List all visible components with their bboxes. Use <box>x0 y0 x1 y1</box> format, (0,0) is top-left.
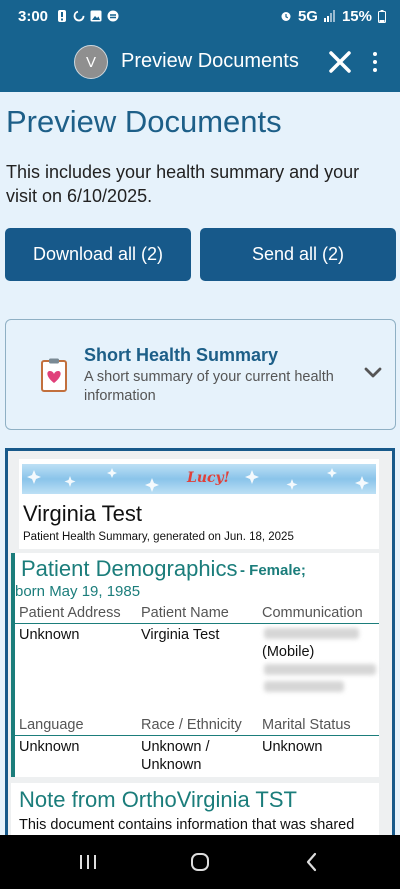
header-patient-name: Patient Name <box>141 605 229 621</box>
value-language: Unknown <box>19 739 80 755</box>
chevron-down-icon[interactable] <box>362 362 384 384</box>
system-nav-bar <box>0 835 400 889</box>
summary-header: Lucy! Virginia Test Patient Health Summa… <box>19 459 379 549</box>
table-rule <box>15 735 379 736</box>
gallery-icon <box>90 10 102 22</box>
note-title: Note from OrthoVirginia TST <box>19 787 297 812</box>
avatar[interactable]: V <box>74 45 108 79</box>
sync-icon <box>73 10 85 22</box>
app-icon <box>107 10 119 22</box>
demographics-title: Patient Demographics <box>21 556 238 581</box>
table-rule <box>15 623 379 624</box>
lucy-logo: Lucy! <box>187 470 230 486</box>
demographics-subtitle: - Female; <box>240 562 306 579</box>
value-patient-name: Virginia Test <box>141 627 220 643</box>
value-patient-address: Unknown <box>19 627 80 643</box>
more-dot-icon <box>373 52 377 56</box>
main-content[interactable]: Preview Documents This includes your hea… <box>0 92 400 835</box>
more-options-button[interactable] <box>364 46 386 78</box>
document-preview[interactable]: Lucy! Virginia Test Patient Health Summa… <box>5 448 395 835</box>
close-button[interactable] <box>324 46 356 78</box>
alert-icon <box>58 10 67 22</box>
app-bar: V Preview Documents <box>0 32 400 92</box>
redacted-email <box>264 681 344 692</box>
header-marital-status: Marital Status <box>262 717 351 733</box>
send-all-button[interactable]: Send all (2) <box>200 228 396 281</box>
document-name: Short Health Summary <box>84 345 279 365</box>
redacted-email <box>264 664 376 675</box>
status-time: 3:00 <box>18 7 49 25</box>
status-right: 5G 15% <box>280 8 386 25</box>
recent-apps-icon[interactable] <box>76 850 100 874</box>
document-card[interactable]: Short Health Summary A short summary of … <box>5 319 396 430</box>
more-dot-icon <box>373 60 377 64</box>
notification-icons <box>56 10 119 22</box>
alarm-icon <box>281 12 291 21</box>
status-bar: 3:00 5G 15% <box>0 0 400 32</box>
battery-icon <box>378 9 386 23</box>
note-section: Note from OrthoVirginia TST This documen… <box>11 783 379 835</box>
more-dot-icon <box>373 68 377 72</box>
signal-icon <box>323 10 335 22</box>
value-marital-status: Unknown <box>262 739 323 755</box>
logo-banner: Lucy! <box>22 464 376 494</box>
demographics-section: Patient Demographics - Female; born May … <box>11 553 379 777</box>
header-communication: Communication <box>262 605 363 621</box>
value-race-ethnicity-2: Unknown <box>141 757 202 773</box>
download-all-button[interactable]: Download all (2) <box>5 228 191 281</box>
app-bar-title: Preview Documents <box>121 50 299 72</box>
generated-line: Patient Health Summary, generated on Jun… <box>23 531 294 543</box>
back-icon[interactable] <box>300 850 324 874</box>
page-title: Preview Documents <box>6 104 282 139</box>
home-icon[interactable] <box>188 850 212 874</box>
value-race-ethnicity: Unknown / <box>141 739 210 755</box>
demographics-born: born May 19, 1985 <box>15 583 141 600</box>
header-race-ethnicity: Race / Ethnicity <box>141 717 242 733</box>
clipboard-heart-icon <box>41 358 67 392</box>
battery-percent: 15% <box>341 7 372 25</box>
note-text: This document contains information that … <box>19 817 355 833</box>
value-communication: (Mobile) <box>262 644 315 660</box>
close-icon <box>329 51 351 73</box>
header-patient-address: Patient Address <box>19 605 121 621</box>
patient-name-heading: Virginia Test <box>23 501 143 526</box>
header-language: Language <box>19 717 84 733</box>
intro-text: This includes your health summary and yo… <box>6 162 360 206</box>
redacted-phone <box>264 628 359 639</box>
document-description: A short summary of your current health i… <box>84 369 334 404</box>
network-label: 5G <box>297 7 318 25</box>
